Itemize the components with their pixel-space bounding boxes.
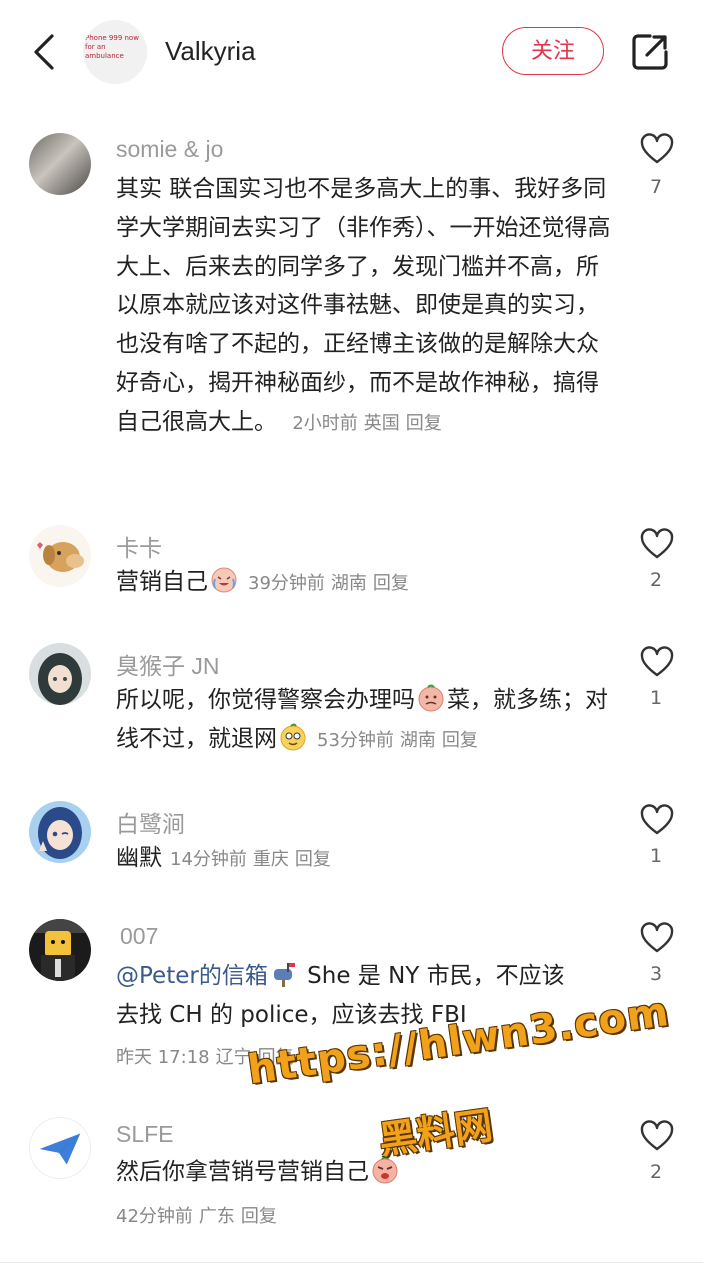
angry-emoji-icon	[372, 1156, 398, 1184]
author-username[interactable]: Valkyria	[165, 36, 256, 67]
comment-body: 所以呢，你觉得警察会办理吗	[116, 687, 415, 713]
commenter-avatar[interactable]	[29, 919, 91, 981]
share-icon[interactable]	[630, 32, 670, 72]
like-count: 7	[649, 176, 663, 198]
commenter-name[interactable]: 卡卡	[116, 529, 162, 563]
reply-button[interactable]: 回复	[295, 849, 331, 870]
comment-body: 其实 联合国实习也不是多高大上的事、我好多同学大学期间去实习了（非作秀）、一开始…	[116, 176, 611, 435]
anime-girl-avatar-icon	[38, 653, 82, 705]
commenter-name[interactable]: 白鹭涧	[116, 805, 185, 839]
dog-avatar-icon	[37, 542, 84, 572]
comment-time: 53分钟前	[317, 729, 394, 751]
like-count: 2	[649, 1161, 663, 1183]
comment-text[interactable]: @Peter的信箱 She 是 NY 市民，不应该 去找 CH 的 police…	[116, 957, 636, 1035]
paper-plane-icon	[39, 1133, 81, 1165]
like-heart-icon[interactable]	[640, 528, 674, 560]
like-heart-icon[interactable]	[640, 922, 674, 954]
comment-meta: 42分钟前 广东 回复	[116, 1202, 283, 1228]
avatar-ad-text: Phone 999 now for an ambulance	[85, 34, 139, 60]
comment-meta: 53分钟前 湖南 回复	[317, 730, 484, 751]
reply-button[interactable]: 回复	[442, 730, 478, 751]
follow-button[interactable]: 关注	[502, 27, 604, 75]
comment-time: 42分钟前	[116, 1206, 193, 1227]
like-heart-icon[interactable]	[640, 646, 674, 678]
comment-text[interactable]: 其实 联合国实习也不是多高大上的事、我好多同学大学期间去实习了（非作秀）、一开始…	[116, 170, 616, 444]
comment-time: 14分钟前	[170, 849, 247, 870]
comment-body-continued: 去找 CH 的 police，应该去找 FBI	[116, 1001, 467, 1028]
comment-meta: 39分钟前 湖南 回复	[248, 573, 415, 594]
reply-button[interactable]: 回复	[406, 413, 442, 434]
lego-avatar-icon	[29, 919, 91, 981]
author-avatar[interactable]: Phone 999 now for an ambulance	[83, 20, 147, 84]
comment-meta: 2小时前 英国 回复	[292, 413, 447, 434]
commenter-name[interactable]: 007	[120, 923, 158, 950]
comment-location: 重庆	[252, 849, 289, 870]
comment-body: She 是 NY 市民，不应该	[299, 963, 565, 989]
like-heart-icon[interactable]	[640, 133, 674, 165]
comment-location: 湖南	[399, 729, 436, 751]
sick-emoji-icon	[418, 684, 444, 712]
comment-time: 昨天 17:18	[116, 1047, 210, 1068]
mention-link[interactable]: @Peter的信箱	[116, 963, 268, 989]
comment-body: 幽默	[116, 845, 162, 871]
anime-avatar-icon	[38, 807, 82, 859]
commenter-avatar[interactable]	[29, 133, 91, 195]
comment-location: 英国	[363, 412, 400, 434]
like-count: 2	[649, 569, 663, 591]
comment-text[interactable]: 所以呢，你觉得警察会办理吗 菜，就多练；对线不过，就退网 53分钟前 湖南 回复	[116, 681, 616, 761]
comment-body: 营销自己	[116, 569, 208, 595]
comment-meta: 14分钟前 重庆 回复	[170, 849, 337, 870]
crying-laugh-emoji-icon	[211, 567, 237, 593]
commenter-name[interactable]: somie & jo	[116, 136, 223, 163]
like-count: 1	[649, 687, 663, 709]
back-arrow-icon[interactable]	[30, 32, 60, 72]
comment-body: 然后你拿营销号营销自己	[116, 1159, 369, 1185]
commenter-avatar[interactable]	[29, 525, 91, 587]
bottom-divider	[0, 1262, 703, 1263]
comment-location: 广东	[198, 1206, 235, 1227]
like-heart-icon[interactable]	[640, 804, 674, 836]
commenter-avatar[interactable]	[29, 643, 91, 705]
comment-text[interactable]: 营销自己 39分钟前 湖南 回复	[116, 563, 616, 604]
comment-location: 辽宁	[215, 1047, 252, 1068]
like-heart-icon[interactable]	[640, 1120, 674, 1152]
comment-location: 湖南	[330, 573, 367, 594]
top-bar: Phone 999 now for an ambulance Valkyria …	[0, 0, 703, 104]
like-count: 3	[649, 963, 663, 985]
commenter-avatar[interactable]	[29, 1117, 91, 1179]
reply-button[interactable]: 回复	[373, 573, 409, 594]
sunglasses-emoji-icon	[280, 723, 306, 751]
mailbox-emoji-icon	[273, 963, 295, 987]
comment-text[interactable]: 然后你拿营销号营销自己	[116, 1153, 616, 1192]
comment-text[interactable]: 幽默 14分钟前 重庆 回复	[116, 839, 616, 880]
commenter-avatar[interactable]	[29, 801, 91, 863]
commenter-name[interactable]: SLFE	[116, 1121, 174, 1148]
reply-button[interactable]: 回复	[258, 1047, 294, 1068]
commenter-name[interactable]: 臭猴子 JN	[116, 647, 220, 681]
comment-meta: 昨天 17:18 辽宁 回复	[116, 1043, 300, 1069]
like-count: 1	[649, 845, 663, 867]
comment-time: 2小时前	[292, 412, 358, 434]
comment-time: 39分钟前	[248, 573, 325, 594]
reply-button[interactable]: 回复	[241, 1206, 277, 1227]
